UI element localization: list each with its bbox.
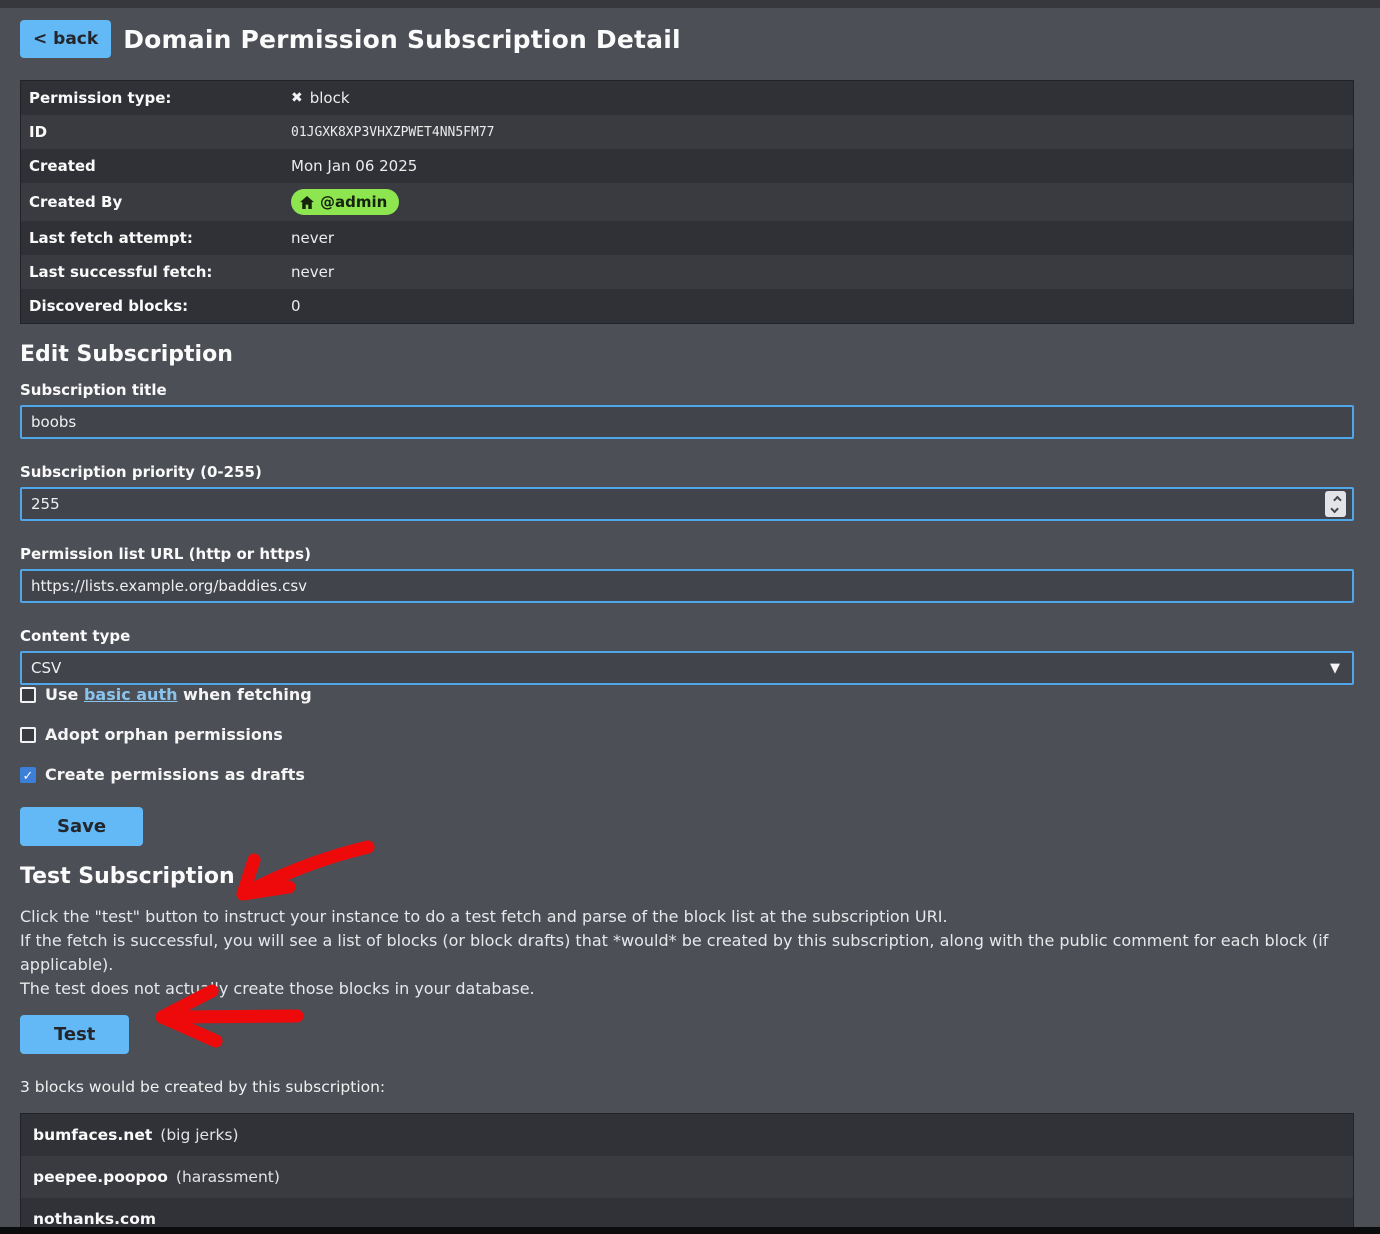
subscription-id-value: 01JGXK8XP3VHXZPWET4NN5FM77 [291,125,495,140]
table-row-discovered-blocks: Discovered blocks: 0 [21,289,1353,323]
home-icon [300,196,314,209]
subscription-priority-input[interactable] [31,489,1325,519]
block-comment: (big jerks) [160,1126,238,1144]
basic-auth-link[interactable]: basic auth [84,685,178,704]
row-label: Discovered blocks: [29,297,291,315]
use-basic-auth-checkbox[interactable] [20,687,36,703]
subscription-priority-field [20,487,1354,521]
table-row-last-successful-fetch: Last successful fetch: never [21,255,1353,289]
subscription-title-label: Subscription title [20,381,1354,399]
checkbox-label: Use [45,685,84,704]
x-icon: ✖ [291,90,303,106]
chevron-down-icon: ▼ [1330,661,1346,676]
checkbox-label: when fetching [177,685,311,704]
viewport-bottom-edge [0,1227,1380,1234]
subscription-title-input[interactable] [20,405,1354,439]
test-description-line: If the fetch is successful, you will see… [20,929,1354,977]
block-domain: peepee.poopoo [33,1168,168,1186]
number-spinner[interactable] [1325,491,1346,517]
checkbox-label: Adopt orphan permissions [45,725,283,744]
spinner-down-icon[interactable] [1330,504,1338,512]
table-row-created-by: Created By @admin [21,183,1353,221]
test-description: Click the "test" button to instruct your… [20,905,1354,1001]
test-description-line: Click the "test" button to instruct your… [20,905,1354,929]
table-row-created: Created Mon Jan 06 2025 [21,149,1353,183]
test-description-line: The test does not actually create those … [20,977,1354,1001]
created-by-badge[interactable]: @admin [291,189,399,215]
created-date-value: Mon Jan 06 2025 [291,157,417,175]
domain-permission-subscription-detail-page: < back Domain Permission Subscription De… [0,0,1380,1234]
table-row-id: ID 01JGXK8XP3VHXZPWET4NN5FM77 [21,115,1353,149]
subscription-info-table: Permission type: ✖ block ID 01JGXK8XP3VH… [20,80,1354,324]
permission-list-url-label: Permission list URL (http or https) [20,545,1354,563]
page-header: < back Domain Permission Subscription De… [20,20,1354,58]
page-title: Domain Permission Subscription Detail [123,25,681,54]
test-subscription-heading: Test Subscription [20,864,1354,889]
table-row-last-fetch-attempt: Last fetch attempt: never [21,221,1353,255]
row-label: Permission type: [29,89,291,107]
content-type-selected-value: CSV [31,653,1330,683]
row-label: Created By [29,193,291,211]
spinner-up-icon[interactable] [1333,495,1341,503]
row-label: Created [29,157,291,175]
checkbox-label: Create permissions as drafts [45,765,305,784]
block-domain: nothanks.com [33,1210,156,1228]
adopt-orphan-permissions-checkbox[interactable] [20,727,36,743]
table-row-permission-type: Permission type: ✖ block [21,81,1353,115]
block-list-item: bumfaces.net (big jerks) [21,1114,1353,1156]
created-by-username: @admin [320,193,387,211]
block-domain: bumfaces.net [33,1126,152,1144]
test-button[interactable]: Test [20,1015,129,1054]
last-fetch-attempt-value: never [291,229,334,247]
adopt-orphans-checkbox-row: Adopt orphan permissions [20,725,1354,744]
save-button[interactable]: Save [20,807,143,846]
permission-type-value: block [310,89,350,107]
subscription-priority-label: Subscription priority (0-255) [20,463,1354,481]
edit-subscription-heading: Edit Subscription [20,342,1354,367]
row-label: Last fetch attempt: [29,229,291,247]
create-permissions-as-drafts-checkbox[interactable] [20,767,36,783]
row-label: Last successful fetch: [29,263,291,281]
basic-auth-checkbox-row: Use basic auth when fetching [20,685,1354,704]
content-type-label: Content type [20,627,1354,645]
last-successful-fetch-value: never [291,263,334,281]
test-result-summary: 3 blocks would be created by this subscr… [20,1078,1354,1096]
test-result-block-list: bumfaces.net (big jerks) peepee.poopoo (… [20,1113,1354,1234]
block-list-item: peepee.poopoo (harassment) [21,1156,1353,1198]
permission-list-url-input[interactable] [20,569,1354,603]
back-button[interactable]: < back [20,20,111,58]
create-drafts-checkbox-row: Create permissions as drafts [20,765,1354,784]
content-type-select[interactable]: CSV ▼ [20,651,1354,685]
block-comment: (harassment) [176,1168,280,1186]
discovered-blocks-value: 0 [291,297,301,315]
row-label: ID [29,123,291,141]
